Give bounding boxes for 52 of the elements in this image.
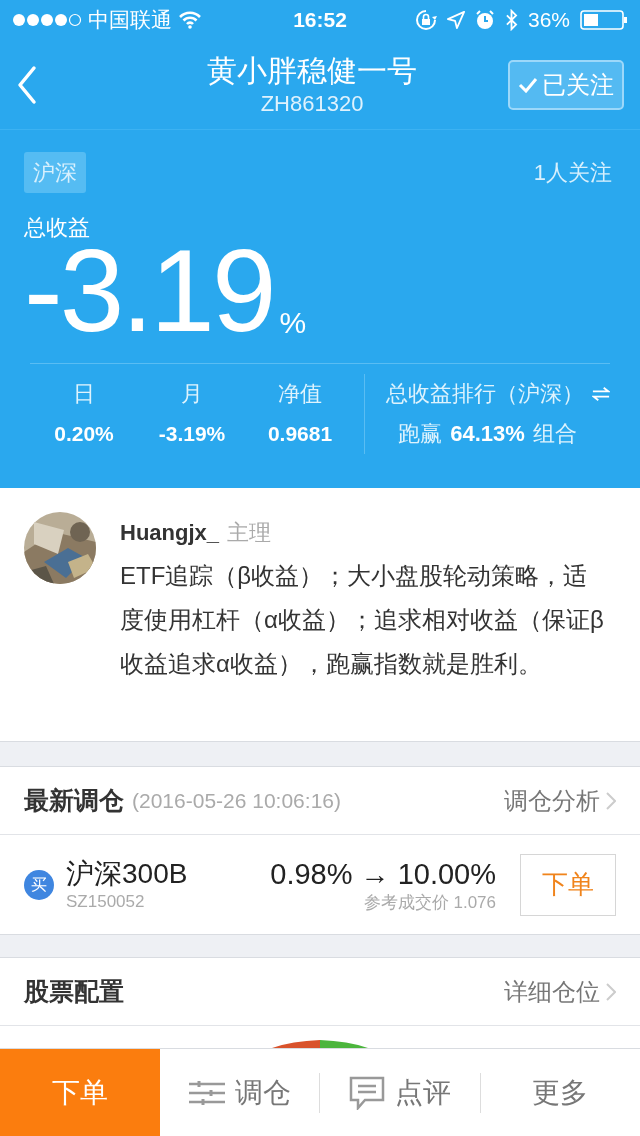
- alarm-icon: [474, 10, 495, 30]
- stat-value: 0.9681: [267, 421, 333, 447]
- toolbar-tab[interactable]: 调仓: [160, 1048, 320, 1136]
- ranking-prefix: 跑赢: [398, 420, 443, 448]
- stat-label: 净值: [278, 380, 322, 408]
- toolbar-tab[interactable]: 更多: [480, 1048, 640, 1136]
- position-details-link[interactable]: 详细仓位: [504, 973, 616, 1010]
- manager-role: 主理: [227, 518, 272, 547]
- stat-label: 月: [181, 380, 203, 408]
- order-button[interactable]: 下单: [0, 1048, 160, 1136]
- speech-bubble-icon: [349, 1075, 385, 1110]
- location-arrow-icon: [446, 11, 465, 29]
- strategy-description: ETF追踪（β收益）；大小盘股轮动策略，适度使用杠杆（α收益）；追求相对收益（保证β收益追求α收益），跑赢指数就是胜利。: [120, 561, 604, 679]
- total-return-label: 总收益: [24, 215, 90, 240]
- carrier-name: 中国联通: [88, 7, 172, 34]
- stat-label: 日: [73, 380, 95, 408]
- sliders-icon: [188, 1080, 225, 1105]
- bluetooth-icon: [504, 9, 518, 31]
- total-return-value: -3.19: [24, 241, 274, 341]
- rebalance-analysis-link[interactable]: 调仓分析: [504, 782, 616, 819]
- manager-name: Huangjx_: [120, 518, 220, 547]
- chevron-right-icon: [606, 982, 616, 1001]
- battery-percent: 36%: [527, 7, 570, 34]
- buy-badge: 买: [24, 869, 54, 900]
- section-title: 最新调仓: [24, 784, 124, 816]
- ranking-value: 64.13%: [450, 420, 525, 448]
- signal-icon: [12, 13, 82, 27]
- portfolio-code: ZH861320: [260, 89, 364, 118]
- chevron-right-icon: [606, 791, 616, 810]
- stat-value: 0.20%: [54, 421, 114, 447]
- stock-code: SZ150052: [66, 890, 146, 913]
- percent-unit: %: [279, 305, 307, 341]
- market-tag: 沪深: [24, 152, 86, 193]
- rebalance-time: (2016-05-26 10:06:16): [132, 787, 342, 814]
- weight-change: 0.98% → 10.00%: [270, 856, 496, 892]
- rotation-lock-icon: [414, 9, 437, 31]
- back-icon: [16, 64, 38, 105]
- toolbar-tab[interactable]: 点评: [320, 1048, 480, 1136]
- swap-icon: [592, 386, 610, 402]
- section-title: 股票配置: [24, 975, 125, 1007]
- follower-count: 1人关注: [533, 159, 612, 187]
- wifi-icon: [178, 11, 202, 29]
- reference-price: 参考成交价 1.076: [363, 891, 496, 914]
- battery-icon: [580, 10, 628, 30]
- ranking-suffix: 组合: [532, 420, 577, 448]
- portfolio-title: 黄小胖稳健一号: [207, 52, 417, 89]
- clock-time: 16:52: [293, 7, 347, 34]
- stat-value: -3.19%: [158, 421, 226, 447]
- stock-name: 沪深300B: [66, 856, 189, 891]
- check-icon: [518, 76, 538, 93]
- ranking-label: 总收益排行（沪深）: [386, 380, 584, 408]
- order-button[interactable]: 下单: [520, 853, 616, 916]
